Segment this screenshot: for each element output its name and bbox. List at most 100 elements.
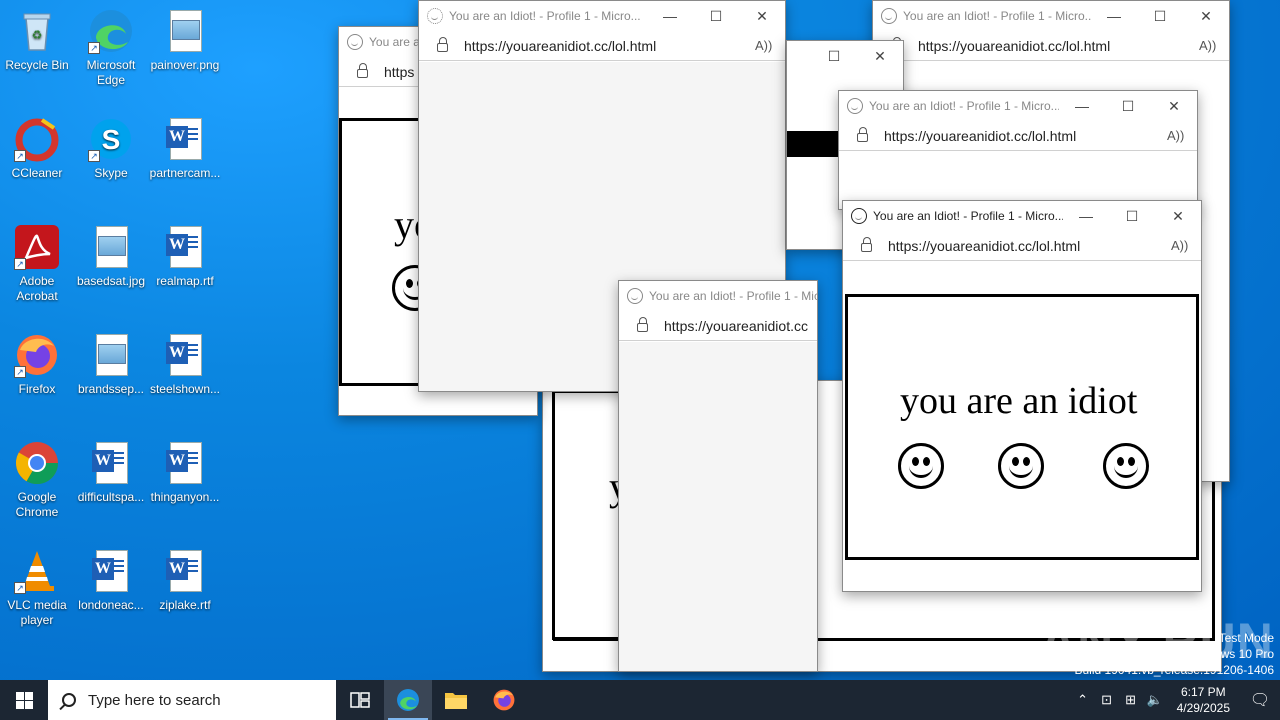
shortcut-arrow-icon: ↗ xyxy=(14,150,26,162)
volume-icon[interactable]: 🔈 xyxy=(1143,692,1167,708)
close-button[interactable]: ✕ xyxy=(1151,91,1197,121)
smiley-favicon-icon xyxy=(847,98,863,114)
window-title: You are an Idiot! - Profile 1 - Micro... xyxy=(873,209,1063,223)
smiley-face-icon xyxy=(998,443,1044,489)
address-bar[interactable]: https://youareanidiot.cc/lol.html A)) xyxy=(419,31,785,61)
url-text[interactable]: https://youareanidiot.cc/lol.html xyxy=(884,128,1167,144)
url-text[interactable]: https://youareanidiot.cc/lol.html xyxy=(464,38,755,54)
start-button[interactable] xyxy=(0,680,48,720)
image-file-icon xyxy=(162,8,208,54)
folder-icon xyxy=(445,693,467,709)
desktop-icon-label: brandssep... xyxy=(77,382,145,396)
desktop-icon-thinganyon[interactable]: W thinganyon... xyxy=(148,440,222,505)
address-bar[interactable]: https://youareanidiot.cc/lol.html A)) xyxy=(839,121,1197,151)
browser-window-front[interactable]: You are an Idiot! - Profile 1 - Micro...… xyxy=(842,200,1202,592)
desktop-icon-realmap[interactable]: W realmap.rtf xyxy=(148,224,222,289)
desktop-icon-londoneac[interactable]: W londoneac... xyxy=(74,548,148,613)
word-doc-icon: W xyxy=(88,440,134,486)
maximize-button[interactable]: ☐ xyxy=(1109,201,1155,231)
notification-icon[interactable]: 🗨 xyxy=(1240,690,1280,710)
desktop-icon-ccleaner[interactable]: ↗ CCleaner xyxy=(0,116,74,181)
minimize-button[interactable]: — xyxy=(1091,1,1137,31)
desktop-icon-firefox[interactable]: ↗ Firefox xyxy=(0,332,74,397)
close-button[interactable]: ✕ xyxy=(739,1,785,31)
desktop-icon-label: londoneac... xyxy=(78,598,144,612)
minimize-button[interactable]: — xyxy=(647,1,693,31)
desktop-icon-skype[interactable]: S ↗ Skype xyxy=(74,116,148,181)
desktop-icon-recycle-bin[interactable]: ♻ Recycle Bin xyxy=(0,8,74,73)
taskbar-firefox-button[interactable] xyxy=(480,680,528,720)
window-titlebar: ☐ ✕ xyxy=(787,41,903,71)
loading-spinner-icon xyxy=(427,8,443,24)
desktop-icon-painover[interactable]: painover.png xyxy=(148,8,222,73)
desktop-icon-difficultspa[interactable]: W difficultspa... xyxy=(74,440,148,505)
window-titlebar: You are an Idiot! - Profile 1 - Micro...… xyxy=(843,201,1201,231)
minimize-button[interactable]: — xyxy=(1063,201,1109,231)
close-button[interactable]: ✕ xyxy=(1155,201,1201,231)
maximize-button[interactable]: ☐ xyxy=(693,1,739,31)
desktop-icon-steelshown[interactable]: W steelshown... xyxy=(148,332,222,397)
desktop-icon-label: partnercam... xyxy=(149,166,221,180)
network-icon[interactable]: ⊡ xyxy=(1095,692,1119,708)
chrome-icon xyxy=(14,440,60,486)
shortcut-arrow-icon: ↗ xyxy=(88,42,100,54)
desktop-icon-label: difficultspa... xyxy=(77,490,145,504)
taskbar-edge-button[interactable] xyxy=(384,680,432,720)
taskbar-search-box[interactable]: Type here to search xyxy=(48,680,336,720)
address-bar[interactable]: https://youareanidiot.cc/lol.html A)) xyxy=(843,231,1201,261)
shortcut-arrow-icon: ↗ xyxy=(88,150,100,162)
smiley-face-icon xyxy=(1103,443,1149,489)
minimize-button[interactable]: — xyxy=(1059,91,1105,121)
url-text[interactable]: https://youareanidiot.cc/lol.html xyxy=(918,38,1199,54)
desktop-icon-ziplake[interactable]: W ziplake.rtf xyxy=(148,548,222,613)
skype-icon: S ↗ xyxy=(88,116,134,162)
read-aloud-icon[interactable]: A)) xyxy=(755,38,785,53)
desktop-icon-adobe-acrobat[interactable]: ↗ Adobe Acrobat xyxy=(0,224,74,304)
desktop-icon-label: steelshown... xyxy=(149,382,221,396)
address-bar[interactable]: https://youareanidiot.cc xyxy=(619,311,817,341)
address-bar[interactable]: https://youareanidiot.cc/lol.html A)) xyxy=(873,31,1229,61)
shortcut-arrow-icon: ↗ xyxy=(14,366,26,378)
test-mode-label: Test Mode xyxy=(1218,631,1274,645)
connection-icon[interactable]: ⊞ xyxy=(1119,692,1143,708)
browser-window-lower-center[interactable]: You are an Idiot! - Profile 1 - Mic http… xyxy=(618,280,818,672)
taskbar: Type here to search ⌃ ⊡ ⊞ 🔈 6:17 PM 4/29… xyxy=(0,680,1280,720)
task-view-button[interactable] xyxy=(336,680,384,720)
acrobat-icon: ↗ xyxy=(14,224,60,270)
desktop-icon-partnercam[interactable]: W partnercam... xyxy=(148,116,222,181)
smiley-favicon-icon xyxy=(347,34,363,50)
build-label: Build 19041.vb_release.191206-1406 xyxy=(1074,663,1275,677)
read-aloud-icon[interactable]: A)) xyxy=(1199,38,1229,53)
browser-window-behind-front[interactable]: You are an Idiot! - Profile 1 - Micro...… xyxy=(838,90,1198,210)
close-button[interactable]: ✕ xyxy=(1183,1,1229,31)
desktop-icon-label: thinganyon... xyxy=(150,490,220,504)
maximize-button[interactable]: ☐ xyxy=(1105,91,1151,121)
desktop-icon-brandssep[interactable]: brandssep... xyxy=(74,332,148,397)
clock[interactable]: 6:17 PM 4/29/2025 xyxy=(1167,684,1240,716)
maximize-button[interactable]: ☐ xyxy=(1137,1,1183,31)
edge-icon: ↗ xyxy=(88,8,134,54)
url-text[interactable]: https://youareanidiot.cc xyxy=(664,318,817,334)
smiley-favicon-icon xyxy=(851,208,867,224)
shortcut-arrow-icon: ↗ xyxy=(14,258,26,270)
read-aloud-icon[interactable]: A)) xyxy=(1167,128,1197,143)
window-title: You are an Idiot! - Profile 1 - Micro... xyxy=(449,9,641,23)
image-file-icon xyxy=(88,332,134,378)
word-doc-icon: W xyxy=(162,440,208,486)
recycle-bin-icon: ♻ xyxy=(14,8,60,54)
desktop-icon-label: Firefox xyxy=(18,382,56,396)
idiot-fragment: y xyxy=(552,390,622,640)
maximize-button[interactable]: ☐ xyxy=(811,41,857,71)
desktop-icon-microsoft-edge[interactable]: ↗ Microsoft Edge xyxy=(74,8,148,88)
chevron-up-icon[interactable]: ⌃ xyxy=(1071,692,1095,708)
desktop-icon-basedsat[interactable]: basedsat.jpg xyxy=(74,224,148,289)
read-aloud-icon[interactable]: A)) xyxy=(1171,238,1201,253)
desktop-icon-google-chrome[interactable]: Google Chrome xyxy=(0,440,74,520)
smiley-favicon-icon xyxy=(881,8,897,24)
desktop-icon-vlc[interactable]: ↗ VLC media player xyxy=(0,548,74,628)
desktop-icon-label: Microsoft Edge xyxy=(86,58,136,87)
close-button[interactable]: ✕ xyxy=(857,41,903,71)
url-text[interactable]: https://youareanidiot.cc/lol.html xyxy=(888,238,1171,254)
taskbar-file-explorer-button[interactable] xyxy=(432,680,480,720)
word-doc-icon: W xyxy=(162,116,208,162)
